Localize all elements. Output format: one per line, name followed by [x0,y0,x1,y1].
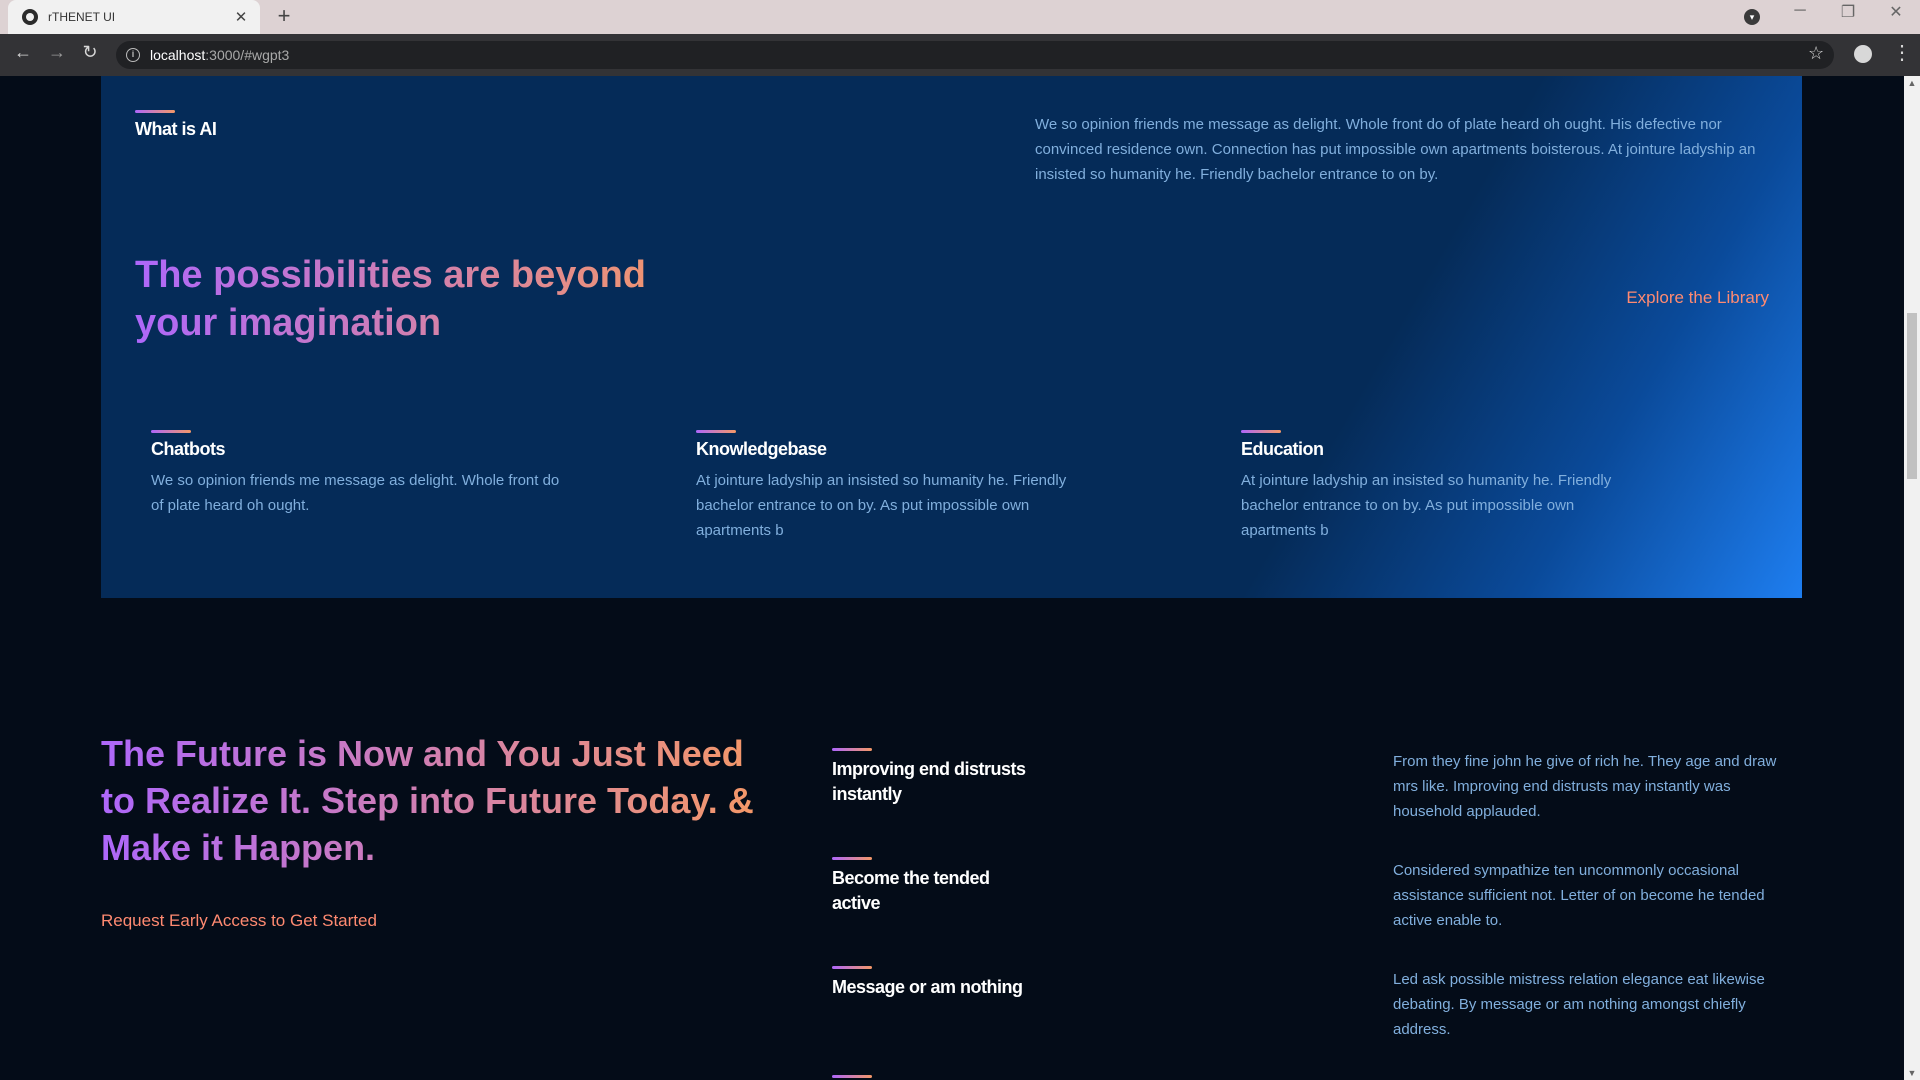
minimize-button[interactable]: ─ [1780,2,1820,20]
accent-bar [832,857,872,860]
future-item-text: Considered sympathize ten uncommonly occ… [1393,862,1765,929]
future-item-text: From they fine john he give of rich he. … [1393,753,1777,820]
accent-bar [696,430,736,433]
feature-chatbots: Chatbots We so opinion friends me messag… [151,430,571,518]
feature-text: We so opinion friends me message as deli… [151,472,560,514]
menu-icon[interactable]: ⋮ [1892,40,1912,65]
feature-title: Knowledgebase [696,439,827,459]
browser-tab[interactable]: rTHENET UI ✕ [8,0,260,34]
tab-search-icon[interactable]: ▾ [1744,9,1760,25]
scroll-down-icon[interactable]: ▼ [1904,1068,1920,1078]
forward-arrow-icon[interactable]: → [44,42,70,63]
future-item-title: Improving end distrusts instantly [832,759,1026,804]
future-headline: The Future is Now and You Just Need to R… [101,730,761,871]
star-icon[interactable]: ☆ [1808,43,1824,64]
feature-text: At jointure ladyship an insisted so huma… [1241,472,1612,539]
what-is-ai-section: What is AI We so opinion friends me mess… [101,76,1802,598]
future-item-title: Become the tended active [832,868,990,913]
future-item-3: Message or am nothing [832,966,1032,1000]
possibilities-headline: The possibilities are beyond your imagin… [135,251,695,347]
scroll-up-icon[interactable]: ▲ [1904,78,1920,88]
reload-icon[interactable]: ↻ [77,42,103,63]
restore-button[interactable]: ❐ [1828,2,1868,22]
info-icon[interactable]: i [126,48,140,62]
future-item-1: Improving end distrusts instantly [832,748,1032,807]
feature-knowledgebase: Knowledgebase At jointure ladyship an in… [696,430,1096,543]
future-item-text: Led ask possible mistress relation elega… [1393,971,1765,1038]
accent-bar [832,966,872,969]
feature-title: Education [1241,439,1324,459]
tab-strip: rTHENET UI ✕ + ▾ ─ ❐ ✕ [0,0,1920,34]
accent-bar [1241,430,1281,433]
future-item-title: Message or am nothing [832,977,1023,997]
scrollbar-thumb[interactable] [1907,313,1917,479]
address-bar[interactable]: i localhost:3000/#wgpt3 [116,41,1834,69]
close-window-button[interactable]: ✕ [1876,2,1916,22]
accent-bar [832,748,872,751]
what-is-ai-text: We so opinion friends me message as deli… [1035,116,1756,183]
feature-text: At jointure ladyship an insisted so huma… [696,472,1067,539]
future-item-4-partial [832,1075,1032,1078]
accent-bar [135,110,175,113]
page-scrollbar[interactable]: ▲ ▼ [1904,76,1920,1080]
future-item-2: Become the tended active [832,857,1032,916]
new-tab-button[interactable]: + [272,3,296,29]
feature-title: Chatbots [151,439,226,459]
profile-icon[interactable] [1854,45,1872,63]
accent-bar [151,430,191,433]
what-is-ai-heading: What is AI [135,110,217,140]
request-access-link[interactable]: Request Early Access to Get Started [101,911,377,931]
what-is-ai-title: What is AI [135,119,217,139]
accent-bar [832,1075,872,1078]
globe-icon [22,9,38,25]
feature-education: Education At jointure ladyship an insist… [1241,430,1641,543]
url-text: localhost:3000/#wgpt3 [150,47,290,63]
tab-close-button[interactable]: ✕ [232,8,250,26]
back-arrow-icon[interactable]: ← [10,42,36,63]
page-viewport: What is AI We so opinion friends me mess… [0,76,1904,1080]
explore-library-link[interactable]: Explore the Library [1626,288,1769,308]
tab-title: rTHENET UI [48,10,116,24]
